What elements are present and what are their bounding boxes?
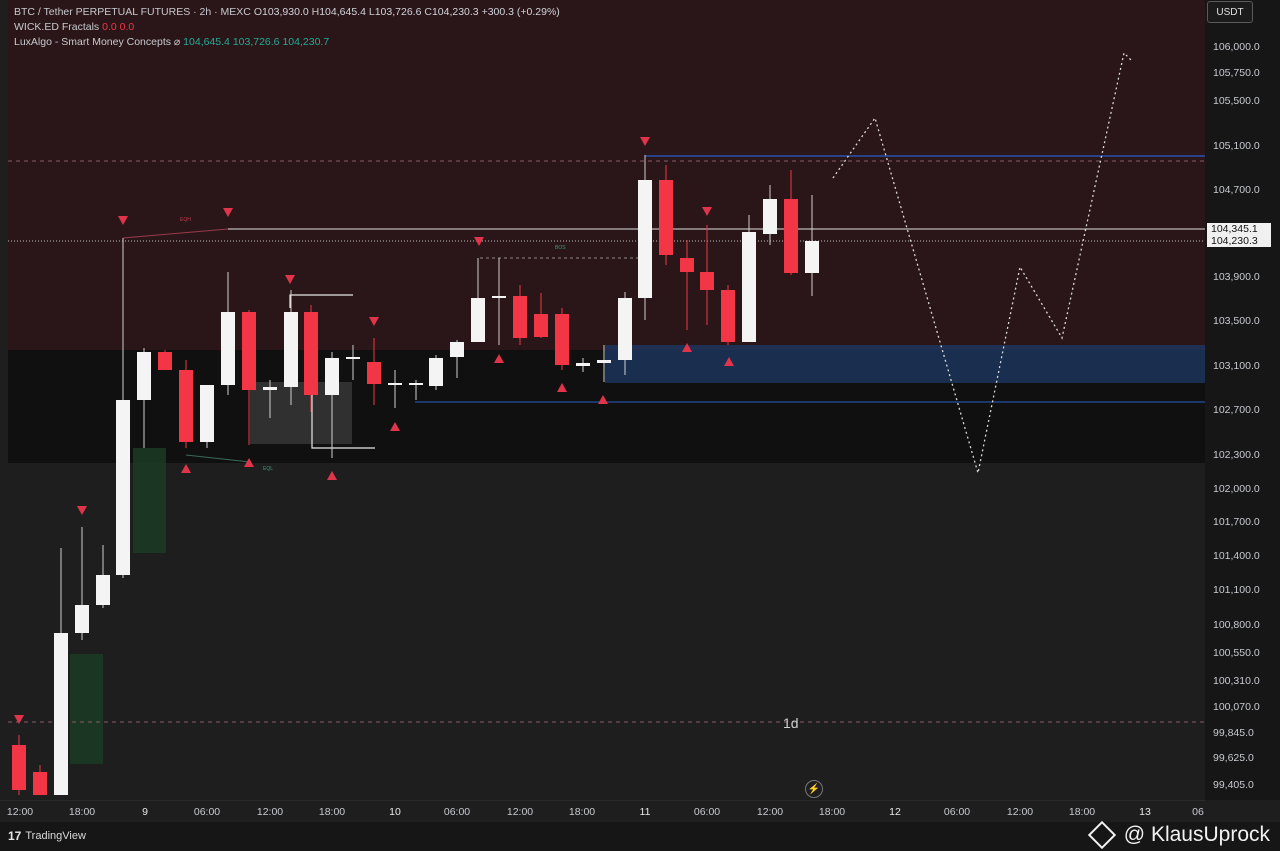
price-axis[interactable]: 106,000.0 105,750.0 105,500.0 105,100.0 104,… [1205, 0, 1280, 800]
price-tick: 103,500.0 [1213, 315, 1260, 327]
time-tick: 13 [1139, 806, 1151, 818]
price-tick: 105,750.0 [1213, 67, 1260, 79]
price-chart[interactable]: EQH EQL BOS [0, 0, 1205, 800]
legend-indicator-1[interactable]: WICK.ED Fractals 0.0 0.0 [14, 20, 560, 35]
time-tick: 12:00 [506, 806, 534, 818]
price-tick: 103,900.0 [1213, 271, 1260, 283]
tradingview-logo[interactable]: 17 TradingView [8, 829, 86, 843]
price-tick: 99,405.0 [1213, 779, 1254, 791]
time-tick: 12:00 [1006, 806, 1034, 818]
tradingview-logo-icon: 17 [8, 829, 22, 843]
author-watermark: @ KlausUprock [1087, 820, 1270, 850]
fractal-low-marker [327, 471, 337, 480]
time-tick: 18:00 [318, 806, 346, 818]
price-tick: 100,070.0 [1213, 701, 1260, 713]
price-tick: 100,800.0 [1213, 619, 1260, 631]
bullish-candle[interactable] [429, 355, 443, 390]
price-tick: 105,500.0 [1213, 95, 1260, 107]
bullish-candle[interactable] [54, 548, 68, 795]
time-tick: 06:00 [193, 806, 221, 818]
eqh-label: EQH [180, 217, 191, 223]
time-tick: 18:00 [818, 806, 846, 818]
footer: 17 TradingView @ KlausUprock [0, 820, 1280, 851]
price-tick: 103,100.0 [1213, 360, 1260, 372]
bearish-candle[interactable] [12, 735, 26, 795]
binance-diamond-icon [1087, 820, 1116, 850]
legend-symbol-row: BTC / Tether PERPETUAL FUTURES · 2h · ME… [14, 6, 560, 18]
tradingview-brand: TradingView [25, 830, 86, 842]
timeframe-label: 1d [783, 715, 799, 731]
price-tick: 101,700.0 [1213, 516, 1260, 528]
bearish-candle[interactable] [179, 360, 193, 448]
price-tick: 102,300.0 [1213, 449, 1260, 461]
bullish-candle[interactable] [200, 385, 214, 448]
open-value: 103,930.0 [261, 6, 309, 18]
price-label-high: 104,345.1 [1207, 223, 1271, 235]
time-tick: 12 [889, 806, 901, 818]
time-axis[interactable]: 12:00 18:00 9 06:00 12:00 18:00 10 06:00 12:00 18… [0, 800, 1205, 823]
price-tick: 106,000.0 [1213, 41, 1260, 53]
high-value: 104,645.4 [319, 6, 366, 18]
change-value: +300.3 (+0.29%) [481, 6, 560, 18]
time-tick: 11 [639, 806, 651, 818]
close-value: 104,230.3 [431, 6, 479, 18]
time-tick: 06:00 [443, 806, 471, 818]
price-tick: 100,550.0 [1213, 647, 1260, 659]
chart-area[interactable]: EQH EQL BOS BTC / Tether PERPETUAL FUTUR… [0, 0, 1205, 800]
bullish-candle[interactable] [75, 527, 89, 640]
time-tick: 12:00 [6, 806, 34, 818]
price-tick: 101,100.0 [1213, 584, 1260, 596]
price-label-current: 104,230.3 [1207, 235, 1271, 247]
time-tick: 18:00 [568, 806, 596, 818]
fractal-high-marker [14, 715, 24, 724]
currency-badge[interactable]: USDT [1207, 1, 1253, 23]
order-block-bullish [605, 345, 1205, 383]
chart-legend: BTC / Tether PERPETUAL FUTURES · 2h · ME… [14, 5, 560, 50]
lightning-icon[interactable]: ⚡ [805, 780, 823, 798]
time-tick: 18:00 [1068, 806, 1096, 818]
price-tick: 100,310.0 [1213, 675, 1260, 687]
symbol-title[interactable]: BTC / Tether PERPETUAL FUTURES · 2h · ME… [14, 6, 251, 18]
bearish-candle[interactable] [659, 165, 673, 265]
time-tick: 10 [389, 806, 401, 818]
bullish-candle[interactable] [116, 380, 130, 578]
bearish-candle[interactable] [555, 308, 569, 370]
bearish-candle[interactable] [33, 765, 47, 795]
fractal-low-marker [181, 464, 191, 473]
time-tick: 06 [1192, 806, 1204, 818]
fvg-box-1 [133, 448, 166, 553]
fvg-box-2 [70, 654, 103, 764]
bullish-candle[interactable] [742, 215, 756, 342]
time-tick: 18:00 [68, 806, 96, 818]
price-tick: 99,625.0 [1213, 752, 1254, 764]
low-value: 103,726.6 [374, 6, 422, 18]
fractal-high-marker [77, 506, 87, 515]
time-tick: 06:00 [943, 806, 971, 818]
price-tick: 105,100.0 [1213, 140, 1260, 152]
bearish-candle[interactable] [158, 350, 172, 370]
price-tick: 102,000.0 [1213, 483, 1260, 495]
bos-label: BOS [555, 245, 566, 251]
time-tick: 06:00 [693, 806, 721, 818]
legend-indicator-2[interactable]: LuxAlgo - Smart Money Concepts ⌀ 104,645… [14, 35, 560, 50]
eql-label: EQL [263, 466, 273, 472]
price-tick: 102,700.0 [1213, 404, 1260, 416]
eye-slash-icon[interactable]: ⌀ [174, 36, 180, 48]
premium-zone [8, 0, 1205, 350]
time-tick: 12:00 [756, 806, 784, 818]
price-tick: 99,845.0 [1213, 727, 1254, 739]
price-tick: 104,700.0 [1213, 184, 1260, 196]
price-tick: 101,400.0 [1213, 550, 1260, 562]
time-tick: 12:00 [256, 806, 284, 818]
bearish-candle[interactable] [721, 285, 735, 345]
bullish-candle[interactable] [96, 545, 110, 608]
time-tick: 9 [142, 806, 148, 818]
